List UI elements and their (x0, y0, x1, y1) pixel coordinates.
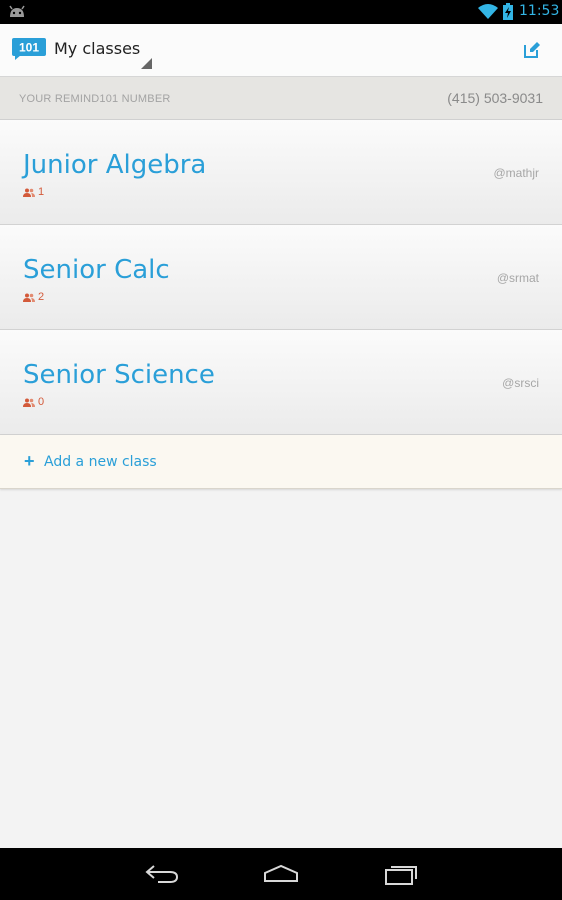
member-count: 2 (38, 291, 45, 303)
members-icon (23, 188, 35, 197)
status-bar: 11:53 (0, 0, 562, 24)
status-clock: 11:53 (519, 3, 560, 19)
home-icon[interactable] (262, 862, 300, 886)
class-members: 2 (23, 291, 44, 303)
compose-button[interactable] (518, 36, 546, 64)
class-name: Senior Science (23, 360, 215, 390)
class-row-junior-algebra[interactable]: Junior Algebra 1 @mathjr (0, 120, 562, 225)
android-icon (9, 5, 25, 17)
members-icon (23, 293, 35, 302)
recents-icon[interactable] (384, 862, 420, 886)
logo-text: 101 (19, 41, 39, 55)
number-label: YOUR REMIND101 NUMBER (19, 93, 171, 105)
member-count: 1 (38, 186, 45, 198)
page-title[interactable]: My classes (54, 39, 140, 58)
class-row-senior-calc[interactable]: Senior Calc 2 @srmat (0, 225, 562, 330)
member-count: 0 (38, 396, 45, 408)
battery-charging-icon (503, 3, 513, 20)
class-handle: @srmat (496, 271, 539, 285)
phone-number: (415) 503-9031 (447, 90, 543, 106)
class-name: Senior Calc (23, 255, 170, 285)
plus-icon: + (24, 451, 35, 471)
dropdown-indicator-icon[interactable] (141, 58, 152, 69)
compose-icon (524, 42, 540, 58)
action-bar: 101 My classes (0, 24, 562, 77)
add-class-button[interactable]: + Add a new class (0, 435, 562, 489)
add-class-label: Add a new class (44, 454, 157, 470)
back-icon[interactable] (144, 862, 180, 886)
navigation-bar (0, 848, 562, 900)
class-members: 0 (23, 396, 44, 408)
remind101-logo-icon: 101 (12, 38, 46, 60)
members-icon (23, 398, 35, 407)
class-handle: @srsci (502, 376, 539, 390)
class-name: Junior Algebra (23, 150, 207, 180)
class-handle: @mathjr (493, 166, 539, 180)
class-members: 1 (23, 186, 44, 198)
class-row-senior-science[interactable]: Senior Science 0 @srsci (0, 330, 562, 435)
remind-number-bar: YOUR REMIND101 NUMBER (415) 503-9031 (0, 77, 562, 120)
wifi-icon (478, 4, 498, 19)
